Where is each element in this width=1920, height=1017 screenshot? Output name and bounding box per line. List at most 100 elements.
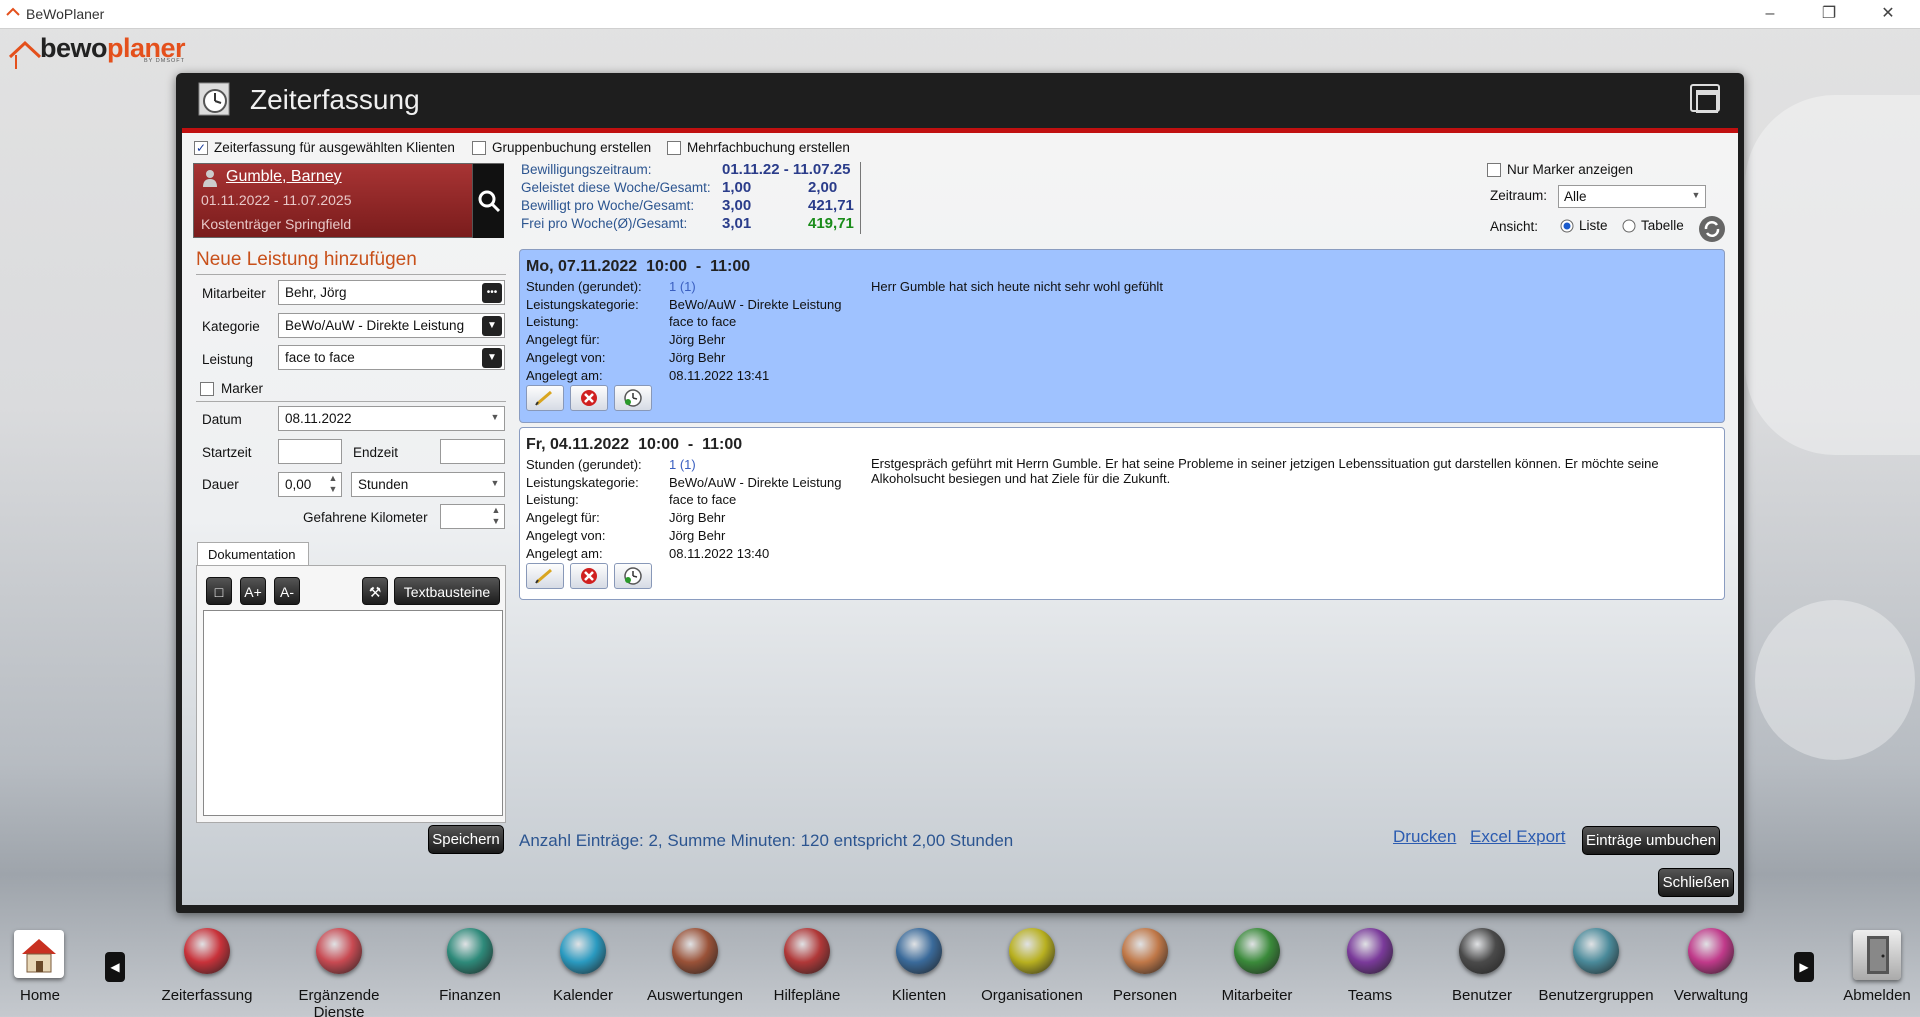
copy-button[interactable] [614,385,652,411]
leistung-label: Leistung [202,352,254,367]
dock-zeiterfassung-icon[interactable] [184,928,230,974]
client-card: Gumble, Barney 01.11.2022 - 11.07.2025 K… [193,163,504,238]
dock-klienten-label[interactable]: Klienten [854,987,984,1004]
pencil-icon [535,390,552,406]
excel-export-link[interactable]: Excel Export [1470,827,1565,847]
delete-button[interactable] [570,385,608,411]
dock-verwaltung-icon[interactable] [1688,928,1734,974]
dock-mitarbeiter-label[interactable]: Mitarbeiter [1192,987,1322,1004]
save-button[interactable]: Speichern [428,825,504,854]
leistung-select[interactable]: face to face ▼ [278,345,505,370]
font-increase-button[interactable]: A+ [240,577,266,605]
edit-button[interactable] [526,563,564,589]
client-search-button[interactable] [472,164,504,238]
stepper-arrows-icon[interactable]: ▲ ▼ [326,473,340,495]
dock-kalender-icon[interactable] [560,928,606,974]
datum-field[interactable]: 08.11.2022 ▼ [278,406,505,431]
client-period: 01.11.2022 - 11.07.2025 [201,192,352,208]
marker-only-option[interactable]: Nur Marker anzeigen [1487,162,1633,177]
mitarbeiter-field[interactable]: Behr, Jörg ••• [278,280,505,305]
dock-zeiterfassung-label[interactable]: Zeiterfassung [142,987,272,1004]
option-group[interactable]: Gruppenbuchung erstellen [472,140,651,155]
refresh-icon[interactable] [1698,215,1726,243]
kategorie-select[interactable]: BeWo/AuW - Direkte Leistung ▼ [278,313,505,338]
dock-benutzergruppen-label[interactable]: Benutzergruppen [1531,987,1661,1004]
dock-prev-button[interactable]: ◀ [105,952,125,982]
house-icon [22,939,56,973]
dock-teams-label[interactable]: Teams [1305,987,1435,1004]
close-button[interactable]: Schließen [1658,868,1734,897]
dock-ergänzende-dienste-label[interactable]: Ergänzende Dienste [274,987,404,1017]
edit-button[interactable] [526,385,564,411]
dock-benutzergruppen-icon[interactable] [1573,928,1619,974]
divider [196,274,506,275]
logout-button[interactable] [1853,930,1901,980]
font-decrease-button[interactable]: A- [274,577,300,605]
dock-teams-icon[interactable] [1347,928,1393,974]
dock-auswertungen-label[interactable]: Auswertungen [630,987,760,1004]
dock-auswertungen-icon[interactable] [672,928,718,974]
km-stepper[interactable]: ▲ ▼ [440,504,505,529]
dauer-stepper[interactable]: 0,00 ▲ ▼ [278,472,342,497]
endzeit-field[interactable] [440,439,505,464]
stat-label: Frei pro Woche(Ø)/Gesamt: [521,216,688,231]
close-window-button[interactable]: ✕ [1874,4,1902,24]
marker-option[interactable]: Marker [200,381,263,396]
more-icon[interactable]: ••• [482,283,502,303]
dock-hilfepläne-label[interactable]: Hilfepläne [742,987,872,1004]
dock-finanzen-label[interactable]: Finanzen [405,987,535,1004]
marker-checkbox[interactable] [200,381,214,396]
zeitraum-select[interactable]: Alle ▼ [1558,185,1706,208]
print-link[interactable]: Drucken [1393,827,1456,847]
dock-verwaltung-label[interactable]: Verwaltung [1646,987,1776,1004]
dock-personen-icon[interactable] [1122,928,1168,974]
dock-ergänzende-dienste-icon[interactable] [316,928,362,974]
app-icon [6,7,20,16]
stat-label: Bewilligungszeitraum: [521,162,652,177]
home-button[interactable] [14,930,64,978]
restore-button[interactable]: ❐ [1815,4,1843,24]
maximize-button[interactable] [1690,84,1720,113]
client-name-link[interactable]: Gumble, Barney [226,168,342,186]
option-clients[interactable]: Zeiterfassung für ausgewählten Klienten [194,140,455,155]
bewoplaner-logo: bewoplaner BY DMSOFT [8,33,188,73]
textbausteine-button[interactable]: Textbausteine [394,577,500,605]
group-checkbox[interactable] [472,140,486,155]
dock-benutzer-label[interactable]: Benutzer [1417,987,1547,1004]
entry-card[interactable]: Fr, 04.11.2022 10:00 - 11:00 Stunden (ge… [519,427,1725,600]
rebook-entries-button[interactable]: Einträge umbuchen [1582,826,1720,855]
format-box-button[interactable]: □ [206,577,232,605]
documentation-textarea[interactable] [203,610,503,816]
copy-button[interactable] [614,563,652,589]
tools-icon[interactable]: ⚒ [362,577,388,605]
mitarbeiter-label: Mitarbeiter [202,286,266,301]
marker-only-checkbox[interactable] [1487,162,1501,177]
dock-klienten-icon[interactable] [896,928,942,974]
dock-finanzen-icon[interactable] [447,928,493,974]
stepper-arrows-icon[interactable]: ▲ ▼ [489,505,503,527]
startzeit-field[interactable] [278,439,342,464]
tab-dokumentation[interactable]: Dokumentation [197,542,309,566]
dock-hilfepläne-icon[interactable] [784,928,830,974]
chevron-down-icon: ▼ [482,348,502,368]
radio-selected-icon [1560,219,1574,232]
delete-button[interactable] [570,563,608,589]
clients-checkbox[interactable] [194,140,208,155]
dock-organisationen-label[interactable]: Organisationen [967,987,1097,1004]
dock-next-button[interactable]: ▶ [1794,952,1814,982]
option-multi[interactable]: Mehrfachbuchung erstellen [667,140,850,155]
view-table-radio[interactable]: Tabelle [1622,218,1684,233]
delete-icon [581,568,597,584]
dauer-unit-select[interactable]: Stunden ▼ [351,472,505,497]
minimize-button[interactable]: – [1756,4,1784,24]
dock-personen-label[interactable]: Personen [1080,987,1210,1004]
entry-card-selected[interactable]: Mo, 07.11.2022 10:00 - 11:00 Stunden (ge… [519,249,1725,423]
dock-organisationen-icon[interactable] [1009,928,1055,974]
dock-kalender-label[interactable]: Kalender [518,987,648,1004]
dock-benutzer-icon[interactable] [1459,928,1505,974]
dock-mitarbeiter-icon[interactable] [1234,928,1280,974]
view-list-radio[interactable]: Liste [1560,218,1608,233]
multi-checkbox[interactable] [667,140,681,155]
search-icon [478,190,501,213]
entry-values: 1 (1) BeWo/AuW - Direkte Leistung face to … [669,279,842,383]
